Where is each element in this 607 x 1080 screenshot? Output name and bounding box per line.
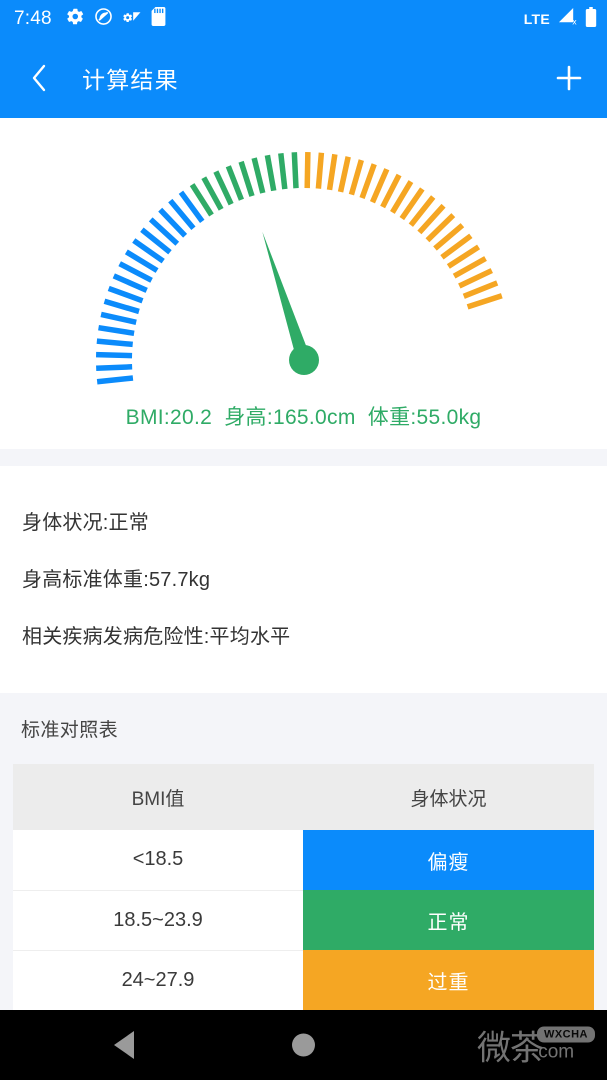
status-bar-system-icons: LTE x bbox=[523, 6, 597, 32]
gauge-height-value: 身高:165.0cm bbox=[224, 406, 356, 429]
gauge-bmi-value: BMI:20.2 bbox=[125, 406, 213, 429]
gauge-tick bbox=[315, 152, 325, 189]
bmi-reference-table: BMI值 身体状况 <18.5 偏瘦 18.5~23.9 正常 24~27.9 过重 bbox=[13, 764, 594, 1011]
section-divider-1 bbox=[0, 449, 607, 466]
gauge-tick bbox=[304, 151, 311, 189]
table-header-bmi: BMI值 bbox=[13, 764, 303, 830]
table-body: <18.5 偏瘦 18.5~23.9 正常 24~27.9 过重 bbox=[13, 830, 594, 1011]
do-not-disturb-icon bbox=[94, 7, 113, 31]
gauge-tick bbox=[103, 298, 140, 315]
add-record-button[interactable] bbox=[549, 58, 589, 98]
watermark-domain: .com bbox=[532, 1041, 575, 1063]
plus-icon bbox=[556, 65, 582, 91]
gauge-tick bbox=[251, 157, 266, 194]
status-bar-clock: 7:48 bbox=[14, 8, 52, 29]
gauge-tick bbox=[95, 351, 133, 359]
table-row: 24~27.9 过重 bbox=[13, 950, 594, 1011]
page-title: 计算结果 bbox=[82, 67, 179, 93]
gauge-needle-pointer bbox=[262, 231, 311, 363]
bmi-gauge bbox=[0, 130, 607, 385]
gauge-tick bbox=[278, 152, 288, 190]
gauge-tick bbox=[291, 152, 299, 189]
back-button[interactable] bbox=[22, 61, 56, 95]
gauge-tick bbox=[359, 163, 377, 200]
wifi-settings-icon bbox=[122, 7, 142, 31]
nav-home-icon[interactable] bbox=[292, 1033, 315, 1057]
gauge-tick bbox=[238, 160, 255, 197]
watermark-right: WXCHA .com bbox=[533, 1026, 595, 1064]
network-type-label: LTE bbox=[523, 11, 550, 27]
gauge-needle bbox=[262, 231, 319, 375]
info-body-condition: 身体状况:正常 bbox=[22, 512, 149, 534]
gauge-tick bbox=[225, 165, 244, 201]
chevron-left-icon bbox=[32, 64, 46, 92]
gauge-tick bbox=[326, 153, 338, 191]
table-cell-body-state: 过重 bbox=[303, 950, 594, 1010]
table-cell-body-state: 偏瘦 bbox=[303, 830, 594, 890]
gauge-tick bbox=[96, 375, 134, 385]
table-row: <18.5 偏瘦 bbox=[13, 830, 594, 891]
status-bar: 7:48 LTE x bbox=[0, 0, 607, 38]
table-cell-bmi-range: 18.5~23.9 bbox=[13, 890, 303, 951]
gauge-tick bbox=[466, 293, 503, 310]
gauge-needle-hub bbox=[289, 345, 319, 375]
table-cell-body-state: 正常 bbox=[303, 890, 594, 950]
table-cell-bmi-range: 24~27.9 bbox=[13, 950, 303, 1011]
gauge-tick bbox=[348, 159, 364, 196]
table-header-state: 身体状况 bbox=[303, 764, 594, 830]
gauge-card: BMI:20.2 身高:165.0cm 体重:55.0kg bbox=[0, 118, 607, 449]
sd-card-icon bbox=[151, 7, 166, 31]
gauge-tick bbox=[107, 285, 144, 304]
table-row: 18.5~23.9 正常 bbox=[13, 890, 594, 951]
gauge-tick bbox=[100, 311, 137, 325]
gauge-caption: BMI:20.2 身高:165.0cm 体重:55.0kg bbox=[0, 401, 607, 431]
signal-no-service-icon: x bbox=[557, 7, 578, 31]
info-standard-weight: 身高标准体重:57.7kg bbox=[22, 569, 211, 591]
nav-back-icon[interactable] bbox=[114, 1031, 134, 1059]
reference-table-section: 标准对照表 BMI值 身体状况 <18.5 偏瘦 18.5~23.9 正常 24~27.… bbox=[0, 693, 607, 1011]
gauge-tick bbox=[264, 154, 277, 192]
gauge-weight-value: 体重:55.0kg bbox=[367, 406, 482, 429]
reference-table-title: 标准对照表 bbox=[21, 720, 119, 741]
info-disease-risk: 相关疾病发病危险性:平均水平 bbox=[22, 626, 291, 648]
watermark-badge: WXCHA bbox=[536, 1026, 595, 1043]
gauge-tick bbox=[337, 156, 351, 193]
system-navigation-bar: 微茶 WXCHA .com bbox=[0, 1010, 607, 1080]
result-info-card: 身体状况:正常 身高标准体重:57.7kg 相关疾病发病危险性:平均水平 bbox=[0, 466, 607, 693]
status-bar-notification-icons bbox=[66, 7, 166, 31]
gauge-svg bbox=[95, 151, 503, 385]
gauge-tick bbox=[462, 280, 499, 299]
app-bar: 计算结果 bbox=[0, 38, 607, 118]
battery-icon bbox=[585, 6, 597, 32]
gauge-tick bbox=[98, 324, 135, 337]
table-cell-bmi-range: <18.5 bbox=[13, 830, 303, 891]
svg-text:x: x bbox=[572, 18, 577, 26]
watermark: 微茶 WXCHA .com bbox=[477, 1021, 595, 1070]
gear-icon bbox=[66, 7, 85, 31]
gauge-tick bbox=[96, 364, 133, 371]
table-header-row: BMI值 身体状况 bbox=[13, 764, 594, 830]
gauge-tick bbox=[96, 338, 133, 348]
